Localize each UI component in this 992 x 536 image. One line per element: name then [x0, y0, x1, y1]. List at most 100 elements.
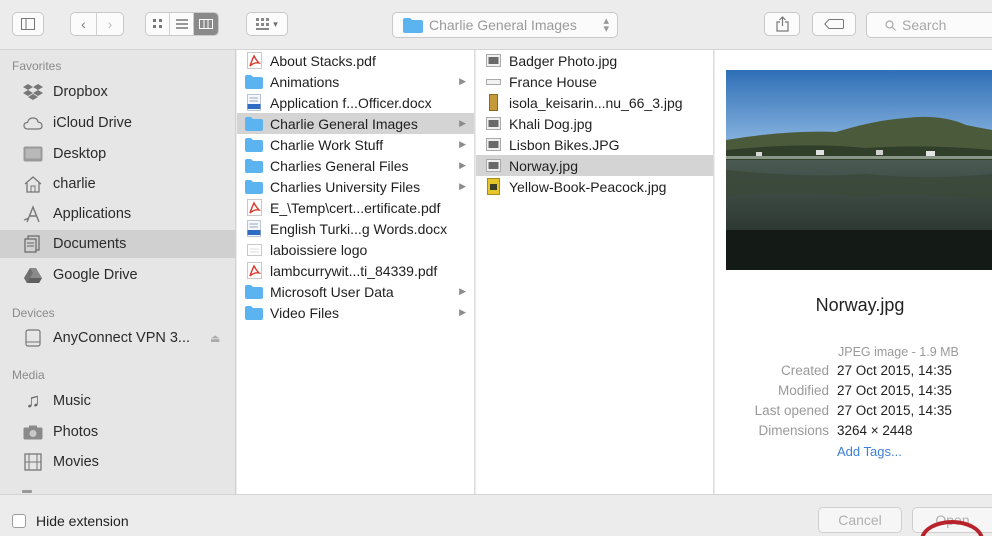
- preview-opened-row: Last opened 27 Oct 2015, 14:35: [715, 403, 992, 423]
- image-list-item-label: Yellow-Book-Peacock.jpg: [509, 178, 667, 195]
- search-icon: [885, 19, 896, 31]
- share-button[interactable]: [764, 12, 800, 36]
- eject-icon[interactable]: ⏏: [210, 332, 220, 345]
- modified-label: Modified: [777, 383, 829, 398]
- sidebar-item-movies[interactable]: Movies: [0, 448, 235, 476]
- image-list-item-row[interactable]: France House: [476, 71, 713, 92]
- disclosure-arrow-icon: ▶: [459, 307, 466, 317]
- back-button[interactable]: ‹: [71, 13, 97, 35]
- film-icon: [22, 452, 44, 472]
- forward-button[interactable]: ›: [97, 13, 123, 35]
- file-list-item-row[interactable]: English Turki...g Words.docx: [237, 218, 474, 239]
- cloud-icon: [22, 113, 44, 133]
- sidebar-item-label: Desktop: [53, 146, 107, 162]
- add-tags-link[interactable]: Add Tags...: [837, 444, 902, 459]
- file-list-item-row[interactable]: Application f...Officer.docx: [237, 92, 474, 113]
- location-popup[interactable]: Charlie General Images ▴ ▾: [392, 12, 618, 38]
- image-list-item-label: Badger Photo.jpg: [509, 52, 618, 69]
- sidebar-item-music[interactable]: ♫ Music: [0, 387, 235, 415]
- preview-kind: JPEG image - 1.9 MB: [838, 345, 959, 359]
- file-list-item-row[interactable]: Charlies University Files ▶: [237, 176, 474, 197]
- image-list-item-label: France House: [509, 73, 597, 90]
- sidebar-item-label: charlie: [53, 176, 96, 192]
- image-list-item-row[interactable]: isola_keisarin...nu_66_3.jpg: [476, 92, 713, 113]
- cancel-button[interactable]: Cancel: [818, 507, 902, 533]
- sidebar-item-google-drive[interactable]: Google Drive: [0, 261, 235, 289]
- disclosure-arrow-icon: ▶: [459, 181, 466, 191]
- list-icon: [175, 19, 188, 29]
- image-list-item-row[interactable]: Norway.jpg: [476, 155, 713, 176]
- file-list-item-label: Charlie General Images: [270, 115, 418, 132]
- browser-column-charlie-general-images: Badger Photo.jpg France House isola_keisar…: [476, 50, 714, 494]
- disclosure-arrow-icon: ▶: [459, 160, 466, 170]
- image-list-item-label: Lisbon Bikes.JPG: [509, 136, 620, 153]
- sidebar-toggle-button[interactable]: [12, 12, 44, 36]
- image-list-item-row[interactable]: Lisbon Bikes.JPG: [476, 134, 713, 155]
- disk-icon: [22, 328, 44, 348]
- hide-extension-label[interactable]: Hide extension: [36, 513, 129, 529]
- folder-icon: [245, 305, 263, 321]
- desktop-icon: [22, 144, 44, 164]
- hide-extension-checkbox[interactable]: [12, 514, 26, 528]
- sidebar-item-photos[interactable]: Photos: [0, 418, 235, 446]
- image-list-item-row[interactable]: Yellow-Book-Peacock.jpg: [476, 176, 713, 197]
- image-file-icon: [484, 178, 502, 195]
- arrange-button[interactable]: ▾: [246, 12, 288, 36]
- search-field[interactable]: Search: [866, 12, 992, 38]
- file-list-item-row[interactable]: laboissiere logo: [237, 239, 474, 260]
- file-list-item-row[interactable]: Video Files ▶: [237, 302, 474, 323]
- pdf-file-icon: [245, 52, 263, 69]
- chevron-down-icon: ▾: [273, 18, 278, 29]
- image-list-item-label: Khali Dog.jpg: [509, 115, 593, 132]
- file-list-item-row[interactable]: lambcurrywit...ti_84339.pdf: [237, 260, 474, 281]
- chevron-left-icon: ‹: [81, 16, 86, 32]
- share-icon: [775, 16, 789, 32]
- folder-icon: [245, 284, 263, 300]
- file-list-item-label: Application f...Officer.docx: [270, 94, 432, 111]
- preview-filename: Norway.jpg: [815, 295, 905, 315]
- tag-icon: [824, 19, 844, 29]
- music-icon: ♫: [25, 389, 41, 412]
- last-opened-label: Last opened: [754, 403, 829, 418]
- sidebar-item-charlie[interactable]: charlie: [0, 170, 235, 198]
- sidebar-item-desktop[interactable]: Desktop: [0, 140, 235, 168]
- sidebar-item-label: AnyConnect VPN 3...: [53, 330, 191, 346]
- sidebar-item-label: Music: [53, 393, 91, 409]
- sidebar-item-anyconnect[interactable]: AnyConnect VPN 3... ⏏: [0, 324, 235, 352]
- file-list-item-label: Charlies University Files: [270, 178, 421, 195]
- folder-icon: [245, 74, 263, 90]
- updown-arrows-icon: ▴ ▾: [603, 15, 609, 35]
- file-list-item-row[interactable]: Charlies General Files ▶: [237, 155, 474, 176]
- file-list-item-row[interactable]: About Stacks.pdf: [237, 50, 474, 71]
- tags-button[interactable]: [812, 12, 856, 36]
- file-list-item-row[interactable]: E_\Temp\cert...ertificate.pdf: [237, 197, 474, 218]
- word-document-icon: [245, 94, 263, 111]
- image-list-item-row[interactable]: Khali Dog.jpg: [476, 113, 713, 134]
- image-file-icon: [484, 74, 502, 90]
- file-list-item-row[interactable]: Charlie Work Stuff ▶: [237, 134, 474, 155]
- image-list-item-row[interactable]: Badger Photo.jpg: [476, 50, 713, 71]
- sidebar-item-dropbox[interactable]: Dropbox: [0, 78, 235, 106]
- devices-header: Devices: [12, 306, 55, 320]
- icon-view-button[interactable]: [146, 13, 170, 35]
- column-view-button[interactable]: [194, 13, 218, 35]
- sidebar-item-documents[interactable]: Documents: [0, 230, 235, 258]
- sidebar: Favorites Dropbox iCloud Drive Desktop c…: [0, 50, 236, 494]
- documents-icon: [22, 234, 44, 254]
- browser-column-documents: About Stacks.pdf Animations ▶ Application f…: [237, 50, 475, 494]
- list-view-button[interactable]: [170, 13, 194, 35]
- file-list-item-row[interactable]: Microsoft User Data ▶: [237, 281, 474, 302]
- applications-icon: [22, 204, 44, 224]
- sidebar-item-applications[interactable]: Applications: [0, 200, 235, 228]
- disclosure-arrow-icon: ▶: [459, 286, 466, 296]
- file-list-item-row[interactable]: Charlie General Images ▶: [237, 113, 474, 134]
- created-value: 27 Oct 2015, 14:35: [837, 363, 952, 378]
- disclosure-arrow-icon: ▶: [459, 118, 466, 128]
- sidebar-item-label: Photos: [53, 424, 99, 440]
- file-list-item-label: Animations: [270, 73, 340, 90]
- sidebar-item-icloud-drive[interactable]: iCloud Drive: [0, 109, 235, 137]
- location-label: Charlie General Images: [429, 17, 577, 33]
- sidebar-item-label: iCloud Drive: [53, 115, 132, 131]
- image-file-icon: [484, 158, 502, 174]
- file-list-item-row[interactable]: Animations ▶: [237, 71, 474, 92]
